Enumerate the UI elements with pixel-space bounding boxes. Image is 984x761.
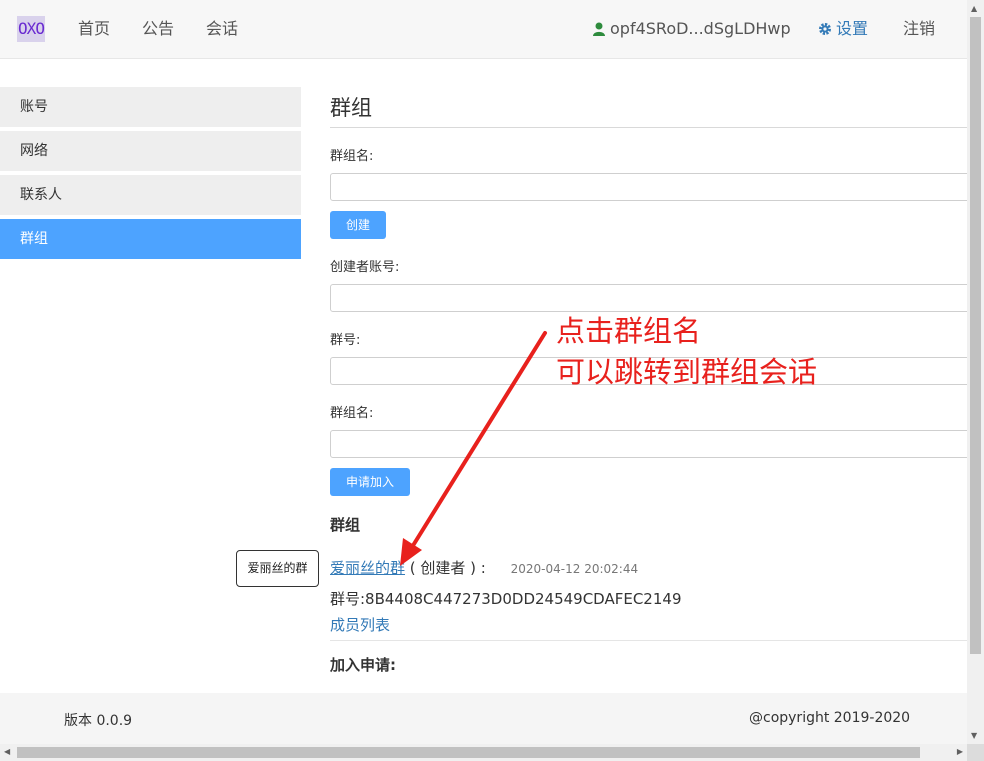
member-list-link[interactable]: 成员列表 bbox=[330, 614, 390, 635]
annotation-text: 点击群组名 可以跳转到群组会话 bbox=[556, 311, 817, 393]
horizontal-scroll-thumb[interactable] bbox=[17, 747, 920, 758]
user-name: opf4SRoD...dSgLDHwp bbox=[610, 19, 791, 38]
section-divider bbox=[330, 640, 967, 641]
join-group-name-label: 群组名: bbox=[330, 406, 374, 421]
sidebar-item-network[interactable]: 网络 bbox=[0, 131, 301, 171]
group-id-label: 群号: bbox=[330, 333, 361, 348]
page-title: 群组 bbox=[330, 96, 372, 120]
annotation-line-1: 点击群组名 bbox=[556, 314, 702, 348]
group-creator-text: ( 创建者 ) : bbox=[409, 559, 486, 577]
create-group-name-input[interactable] bbox=[330, 173, 970, 201]
top-navbar: OXO 首页 公告 会话 opf4SRoD...dSgLDHwp 设置 注销 bbox=[0, 0, 967, 59]
group-created-time: 2020-04-12 20:02:44 bbox=[510, 562, 639, 576]
footer: 版本 0.0.9 @copyright 2019-2020 bbox=[0, 693, 967, 744]
title-divider bbox=[330, 127, 967, 128]
nav-settings-link[interactable]: 设置 bbox=[818, 19, 868, 39]
groups-section-title: 群组 bbox=[330, 516, 361, 534]
version-text: 版本 0.0.9 bbox=[64, 713, 133, 729]
group-row: 爱丽丝的群 ( 创建者 ) : 2020-04-12 20:02:44 bbox=[330, 558, 638, 579]
settings-label: 设置 bbox=[836, 19, 869, 38]
vertical-scroll-thumb[interactable] bbox=[970, 17, 981, 654]
creator-account-label: 创建者账号: bbox=[330, 260, 400, 275]
nav-user-link[interactable]: opf4SRoD...dSgLDHwp bbox=[593, 19, 791, 39]
nav-announcement-link[interactable]: 公告 bbox=[142, 19, 174, 39]
horizontal-scrollbar[interactable]: ◀ ▶ bbox=[0, 744, 967, 761]
scrollbar-corner bbox=[967, 744, 984, 761]
annotation-line-2: 可以跳转到群组会话 bbox=[556, 355, 818, 389]
create-group-name-label: 群组名: bbox=[330, 149, 374, 164]
gear-icon bbox=[818, 22, 832, 36]
user-icon bbox=[593, 22, 605, 36]
app-logo[interactable]: OXO bbox=[17, 16, 45, 42]
nav-home-link[interactable]: 首页 bbox=[78, 19, 110, 39]
scroll-left-icon[interactable]: ◀ bbox=[4, 747, 10, 756]
join-requests-title: 加入申请: bbox=[330, 656, 396, 674]
create-button[interactable]: 创建 bbox=[330, 211, 386, 239]
group-name-link[interactable]: 爱丽丝的群 bbox=[330, 559, 405, 577]
scroll-right-icon[interactable]: ▶ bbox=[957, 747, 963, 756]
nav-logout-link[interactable]: 注销 bbox=[903, 19, 935, 39]
sidebar-item-groups[interactable]: 群组 bbox=[0, 219, 301, 259]
join-group-name-input[interactable] bbox=[330, 430, 970, 458]
vertical-scrollbar[interactable]: ▲ ▼ bbox=[967, 0, 984, 744]
nav-chat-link[interactable]: 会话 bbox=[206, 19, 238, 39]
scroll-up-icon[interactable]: ▲ bbox=[971, 4, 977, 13]
copyright-text: @copyright 2019-2020 bbox=[749, 710, 911, 726]
join-request-button[interactable]: 申请加入 bbox=[330, 468, 410, 496]
sidebar-item-contacts[interactable]: 联系人 bbox=[0, 175, 301, 215]
group-id-text: 群号:8B4408C447273D0DD24549CDAFEC2149 bbox=[330, 590, 682, 608]
sidebar-item-account[interactable]: 账号 bbox=[0, 87, 301, 127]
creator-account-input[interactable] bbox=[330, 284, 970, 312]
scroll-down-icon[interactable]: ▼ bbox=[971, 731, 977, 740]
group-name-tooltip: 爱丽丝的群 bbox=[236, 550, 319, 587]
